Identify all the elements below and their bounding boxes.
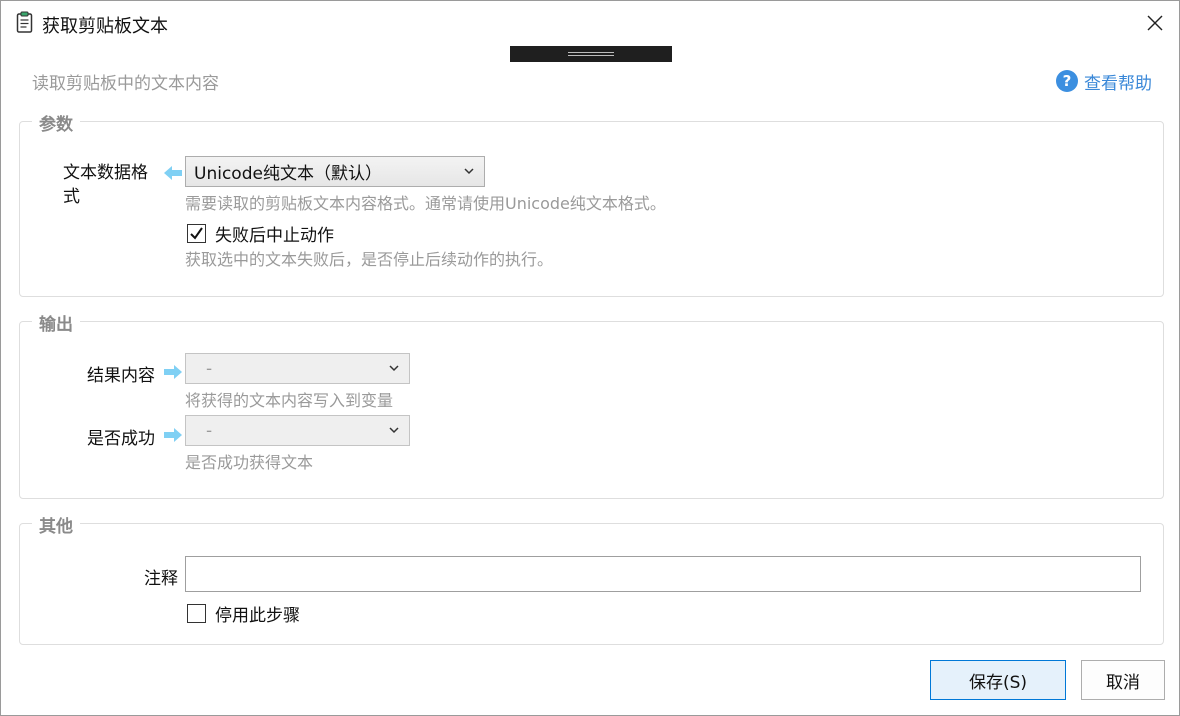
success-hint: 是否成功获得文本	[185, 453, 314, 472]
result-variable-select[interactable]: -	[185, 353, 410, 384]
help-label: 查看帮助	[1084, 73, 1152, 94]
chevron-down-icon	[464, 168, 474, 175]
close-icon[interactable]	[1141, 9, 1169, 37]
chevron-down-icon	[389, 365, 399, 372]
dialog-window: 获取剪贴板文本 读取剪贴板中的文本内容 ? 查看帮助 参数 文本数据格式 Uni…	[0, 0, 1180, 716]
success-variable-select[interactable]: -	[185, 415, 410, 446]
other-legend: 其他	[32, 512, 80, 537]
clipboard-icon	[16, 11, 33, 33]
help-link[interactable]: ? 查看帮助	[1056, 69, 1152, 94]
abort-hint: 获取选中的文本失败后，是否停止后续动作的执行。	[185, 250, 554, 269]
abort-checkbox[interactable]	[187, 224, 206, 243]
arrow-right-icon	[164, 365, 182, 379]
params-legend: 参数	[32, 110, 80, 135]
dialog-title: 获取剪贴板文本	[42, 16, 168, 37]
success-label: 是否成功	[87, 429, 155, 449]
drag-handle[interactable]	[510, 46, 672, 62]
comment-label: 注释	[144, 569, 178, 589]
check-icon	[190, 227, 203, 240]
output-legend: 输出	[32, 310, 80, 335]
title-bar[interactable]: 获取剪贴板文本	[1, 1, 1179, 45]
save-button[interactable]: 保存(S)	[930, 660, 1066, 700]
format-select-value: Unicode纯文本（默认）	[194, 164, 382, 184]
arrow-left-icon	[164, 166, 182, 180]
chevron-down-icon	[389, 427, 399, 434]
abort-label: 失败后中止动作	[215, 226, 334, 246]
disable-checkbox[interactable]	[187, 604, 206, 623]
result-label: 结果内容	[87, 366, 155, 386]
result-select-value: -	[206, 358, 213, 379]
format-label: 文本数据格式	[63, 163, 148, 207]
disable-label: 停用此步骤	[215, 606, 300, 626]
arrow-right-icon	[164, 428, 182, 442]
dialog-subtitle: 读取剪贴板中的文本内容	[32, 74, 219, 94]
disable-checkbox-row[interactable]: 停用此步骤	[187, 601, 300, 626]
help-icon: ?	[1056, 70, 1078, 92]
format-hint: 需要读取的剪贴板文本内容格式。通常请使用Unicode纯文本格式。	[185, 194, 666, 213]
abort-checkbox-row[interactable]: 失败后中止动作	[187, 221, 334, 246]
comment-input[interactable]	[185, 556, 1141, 592]
success-select-value: -	[206, 420, 213, 441]
cancel-button[interactable]: 取消	[1081, 660, 1165, 700]
format-select[interactable]: Unicode纯文本（默认）	[185, 156, 485, 187]
result-hint: 将获得的文本内容写入到变量	[185, 391, 394, 410]
